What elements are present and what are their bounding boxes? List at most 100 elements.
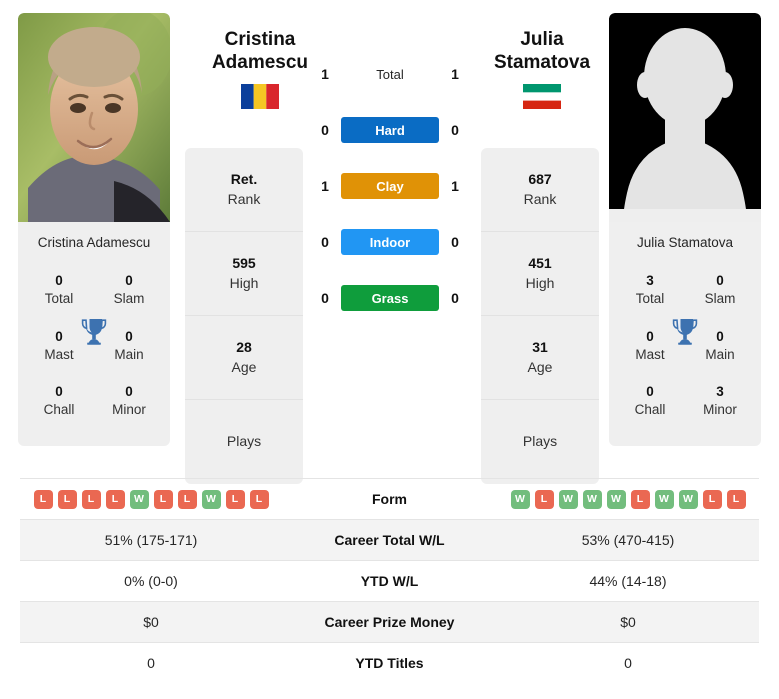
- form-badge-loss: L: [534, 489, 554, 509]
- table-row-career-total-wl: 51% (175-171) Career Total W/L 53% (470-…: [20, 519, 759, 561]
- stat-rank-right: 687 Rank: [481, 148, 599, 232]
- stat-label: Age: [527, 358, 553, 375]
- surface-wins-right: 0: [451, 234, 459, 250]
- player-photo-right[interactable]: [609, 13, 761, 222]
- title-cell-chall: 0 Chall: [24, 374, 94, 429]
- form-badge-win: W: [510, 489, 530, 509]
- stat-label: Plays: [226, 433, 262, 450]
- row-value-left: 51% (175-171): [104, 532, 198, 548]
- form-badge-loss: L: [702, 489, 722, 509]
- trophy-icon: [672, 317, 698, 345]
- title-cell-total: 3 Total: [615, 263, 685, 318]
- flag-romania-icon: [241, 84, 279, 110]
- stat-value: 687: [528, 170, 552, 187]
- form-badge-loss: L: [57, 489, 77, 509]
- title-label: Minor: [112, 402, 146, 418]
- player-photo-left[interactable]: [18, 13, 170, 222]
- surface-row-clay: 1 Clay 1: [315, 172, 465, 200]
- form-badge-win: W: [582, 489, 602, 509]
- title-label: Total: [635, 291, 665, 307]
- stat-age-left: 28 Age: [185, 316, 303, 400]
- form-badge-win: W: [558, 489, 578, 509]
- surface-row-indoor: 0 Indoor 0: [315, 228, 465, 256]
- flag-bulgaria-icon: [523, 84, 561, 110]
- title-cell-minor: 0 Minor: [94, 374, 164, 429]
- table-row-form: LLLLWLLWLL Form WLWWWLWWLL: [20, 478, 759, 520]
- form-badge-win: W: [654, 489, 674, 509]
- stat-value: 28: [236, 338, 252, 355]
- form-cell-right: WLWWWLWWLL: [497, 479, 759, 520]
- form-badge-loss: L: [249, 489, 269, 509]
- form-badges-right: WLWWWLWWLL: [503, 489, 753, 509]
- surface-label-hard[interactable]: Hard: [341, 117, 439, 143]
- player-card-right[interactable]: Julia Stamatova 3 Total 0 Slam 0 Mast 0 …: [609, 13, 761, 446]
- row-label: YTD Titles: [355, 655, 424, 672]
- comparison-stats-table: LLLLWLLWLL Form WLWWWLWWLL 51% (175-171)…: [20, 478, 759, 684]
- row-value-left: $0: [143, 614, 159, 630]
- surface-label-total: Total: [376, 66, 404, 82]
- form-badge-win: W: [129, 489, 149, 509]
- stat-rank-left: Ret. Rank: [185, 148, 303, 232]
- form-cell-left: LLLLWLLWLL: [20, 479, 282, 520]
- trophy-icon: [81, 317, 107, 345]
- row-label: YTD W/L: [360, 573, 419, 589]
- surface-row-grass: 0 Grass 0: [315, 284, 465, 312]
- surface-wins-right: 0: [451, 122, 459, 138]
- title-label: Slam: [113, 291, 145, 307]
- player-photo-caption-left: Cristina Adamescu: [37, 235, 151, 250]
- surface-row-total: 1 Total 1: [315, 60, 465, 88]
- surface-label-grass[interactable]: Grass: [341, 285, 439, 311]
- row-value-right: 44% (14-18): [589, 573, 667, 589]
- form-badge-loss: L: [33, 489, 53, 509]
- title-cell-slam: 0 Slam: [94, 263, 164, 318]
- row-label: Career Prize Money: [324, 614, 455, 630]
- stat-label: High: [525, 274, 555, 291]
- row-value-right: 53% (470-415): [581, 532, 675, 548]
- stat-high-right: 451 High: [481, 232, 599, 316]
- surface-wins-right: 0: [451, 290, 459, 306]
- form-badge-loss: L: [177, 489, 197, 509]
- surface-row-hard: 0 Hard 0: [315, 116, 465, 144]
- stat-age-right: 31 Age: [481, 316, 599, 400]
- title-cell-chall: 0 Chall: [615, 374, 685, 429]
- surface-wins-left: 0: [321, 234, 329, 250]
- surface-label-clay[interactable]: Clay: [341, 173, 439, 199]
- form-badge-win: W: [201, 489, 221, 509]
- stat-plays-left: Plays: [185, 400, 303, 484]
- title-count: 0: [125, 273, 133, 289]
- title-count: 0: [125, 384, 133, 400]
- title-label: Total: [44, 291, 74, 307]
- stat-stack-right: 687 Rank 451 High 31 Age Plays: [481, 148, 599, 484]
- player-first-name-right: Julia: [520, 29, 564, 50]
- stat-high-left: 595 High: [185, 232, 303, 316]
- title-count: 0: [716, 273, 724, 289]
- form-badge-loss: L: [81, 489, 101, 509]
- player-first-name-left: Cristina: [224, 29, 296, 50]
- player-name-block-right: Julia Stamatova: [462, 28, 622, 110]
- title-cell-minor: 3 Minor: [685, 374, 755, 429]
- title-label: Main: [705, 346, 735, 362]
- stat-value: 31: [532, 338, 548, 355]
- surface-label-indoor[interactable]: Indoor: [341, 229, 439, 255]
- title-count: 0: [646, 384, 654, 400]
- titles-grid-left: 0 Total 0 Slam 0 Mast 0 Main 0 Chall 0 M…: [18, 263, 170, 445]
- stat-label: Rank: [227, 190, 261, 207]
- form-badge-loss: L: [630, 489, 650, 509]
- surface-wins-left: 0: [321, 290, 329, 306]
- surface-wins-right: 1: [451, 178, 459, 194]
- table-row-ytd-wl: 0% (0-0) YTD W/L 44% (14-18): [20, 560, 759, 602]
- form-badge-loss: L: [225, 489, 245, 509]
- stat-label: Age: [231, 358, 257, 375]
- title-count: 0: [55, 384, 63, 400]
- form-badge-win: W: [678, 489, 698, 509]
- title-label: Chall: [43, 402, 75, 418]
- surface-wins-left: 1: [321, 66, 329, 82]
- title-count: 3: [716, 384, 724, 400]
- row-value-left: 0% (0-0): [124, 573, 178, 589]
- form-badges-left: LLLLWLLWLL: [26, 489, 276, 509]
- player-card-left[interactable]: Cristina Adamescu 0 Total 0 Slam 0 Mast …: [18, 13, 170, 446]
- stat-label: Plays: [522, 433, 558, 450]
- title-count: 3: [646, 273, 654, 289]
- stat-plays-right: Plays: [481, 400, 599, 484]
- form-badge-loss: L: [105, 489, 125, 509]
